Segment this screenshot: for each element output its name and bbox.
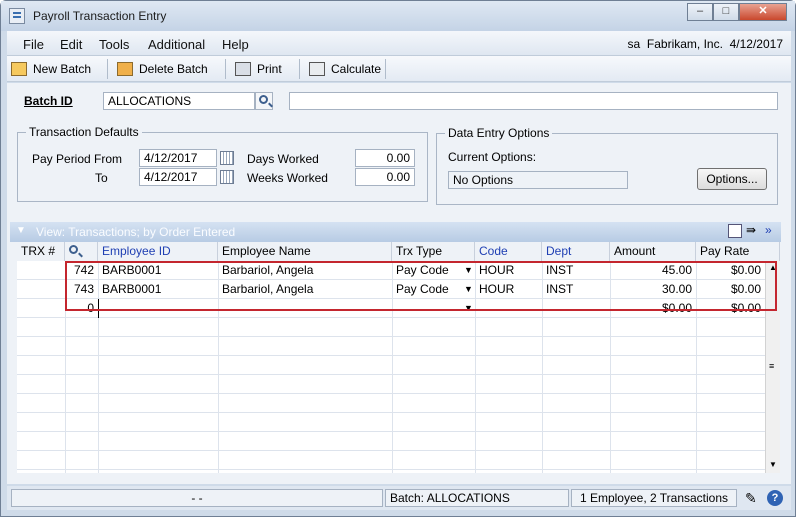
to-date-field[interactable]: 4/12/2017 [139,168,217,186]
days-worked-label: Days Worked [247,152,319,166]
show-details-icon[interactable]: ⇛ [746,223,756,237]
user-company-date: sa Fabrikam, Inc. 4/12/2017 [628,37,783,51]
col-lookup-header[interactable] [65,242,98,261]
menu-file[interactable]: File [23,37,44,52]
col-code-header[interactable]: Code [475,242,542,261]
transaction-defaults-group: Transaction Defaults [17,125,428,202]
status-bar: - - Batch: ALLOCATIONS 1 Employee, 2 Tra… [7,486,791,510]
col-trx-type-header: Trx Type [392,242,475,261]
status-summary: 1 Employee, 2 Transactions [571,489,737,507]
delete-batch-button[interactable]: Delete Batch [117,60,208,78]
table-row[interactable] [17,394,765,413]
transaction-defaults-title: Transaction Defaults [26,125,142,139]
app-icon [9,8,25,24]
calendar-icon[interactable] [220,170,234,184]
table-row[interactable] [17,451,765,470]
menu-additional[interactable]: Additional [148,37,205,52]
new-batch-label: New Batch [33,62,92,76]
menu-bar: File Edit Tools Additional Help sa Fabri… [7,31,791,56]
data-entry-options-title: Data Entry Options [445,126,553,140]
weeks-worked-field[interactable]: 0.00 [355,168,415,186]
col-amount-header: Amount [610,242,696,261]
expand-icon[interactable]: » [765,223,772,237]
options-button[interactable]: Options... [697,168,767,190]
current-options-label: Current Options: [448,150,537,164]
col-employee-name-header: Employee Name [218,242,392,261]
printer-icon [235,62,251,76]
scrolling-window-header: ▼ View: Transactions; by Order Entered ⇛… [10,222,781,242]
status-left: - - [11,489,383,507]
scroll-down-icon[interactable]: ▼ [769,460,777,469]
maximize-button[interactable]: □ [713,3,739,21]
session-date: 4/12/2017 [729,37,783,51]
current-options-field: No Options [448,171,628,189]
window-title: Payroll Transaction Entry [33,9,167,23]
menu-tools[interactable]: Tools [99,37,129,52]
new-batch-button[interactable]: New Batch [11,60,91,78]
table-row[interactable] [17,356,765,375]
menu-help[interactable]: Help [222,37,249,52]
batch-lookup-button[interactable] [255,92,273,110]
user-name: sa [627,37,641,51]
help-icon[interactable]: ? [767,490,783,506]
table-row[interactable] [17,432,765,451]
scroll-thumb-icon[interactable]: ≡ [769,361,774,371]
pay-period-from-label: Pay Period From [32,152,123,166]
table-row[interactable] [17,337,765,356]
view-dropdown-icon[interactable]: ▼ [16,225,26,236]
col-dept-header[interactable]: Dept [542,242,610,261]
close-button[interactable]: ✕ [739,3,787,21]
table-row[interactable] [17,375,765,394]
calculate-label: Calculate [331,62,382,76]
company-name: Fabrikam, Inc. [646,37,723,51]
days-worked-field[interactable]: 0.00 [355,149,415,167]
calculate-button[interactable]: Calculate [309,60,381,78]
new-batch-icon [11,62,27,76]
print-label: Print [257,62,282,76]
print-button[interactable]: Print [235,60,282,78]
view-label[interactable]: View: Transactions; by Order Entered [36,225,235,239]
status-batch: Batch: ALLOCATIONS [385,489,569,507]
col-pay-rate-header: Pay Rate [696,242,780,261]
col-employee-id-header[interactable]: Employee ID [98,242,218,261]
to-label: To [95,171,108,185]
batch-id-label[interactable]: Batch ID [24,94,73,108]
refresh-icon[interactable] [728,224,742,238]
col-trx-header: TRX # [17,242,65,261]
delete-batch-label: Delete Batch [139,62,208,76]
batch-id-field[interactable]: ALLOCATIONS [103,92,255,110]
title-bar: Payroll Transaction Entry – □ ✕ [1,1,795,31]
pay-period-from-field[interactable]: 4/12/2017 [139,149,217,167]
highlight-box [65,261,777,311]
minimize-button[interactable]: – [687,3,713,21]
table-row[interactable] [17,413,765,432]
batch-comment-field[interactable] [289,92,778,110]
calendar-icon[interactable] [220,151,234,165]
magnifier-icon [259,95,268,104]
weeks-worked-label: Weeks Worked [247,171,328,185]
menu-edit[interactable]: Edit [60,37,82,52]
note-icon[interactable]: ✎ [745,490,757,507]
table-row[interactable] [17,318,765,337]
toolbar: New Batch Delete Batch Print Calculate [7,56,791,82]
calculator-icon [309,62,325,76]
payroll-transaction-entry-window: Payroll Transaction Entry – □ ✕ File Edi… [0,0,796,517]
delete-batch-icon [117,62,133,76]
magnifier-icon [69,245,78,254]
